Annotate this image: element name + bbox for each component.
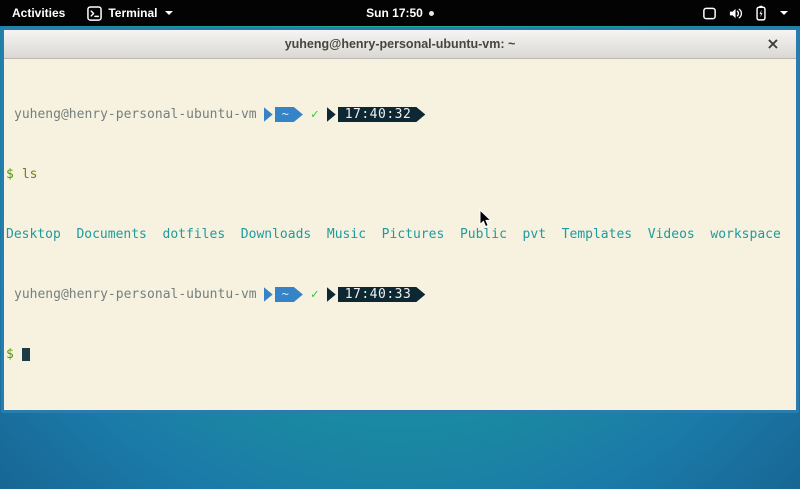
prompt-user-host: yuheng@henry-personal-ubuntu-vm bbox=[6, 287, 257, 302]
activities-button[interactable]: Activities bbox=[0, 0, 77, 26]
clock-label: Sun 17:50 bbox=[366, 6, 423, 20]
terminal-icon bbox=[87, 6, 102, 21]
directory-entry: dotfiles bbox=[163, 227, 226, 242]
system-status-area[interactable] bbox=[690, 0, 800, 26]
notification-dot-icon bbox=[429, 11, 434, 16]
battery-charging-icon bbox=[755, 5, 767, 21]
status-check-icon: ✓ bbox=[311, 287, 319, 302]
command-text: ls bbox=[22, 167, 38, 182]
prompt-time: 17:40:33 bbox=[338, 287, 426, 302]
powerline-separator-icon bbox=[327, 107, 336, 122]
prompt-path: ~ bbox=[275, 287, 303, 302]
volume-icon bbox=[728, 6, 744, 21]
window-title: yuheng@henry-personal-ubuntu-vm: ~ bbox=[285, 37, 516, 51]
directory-entry: Music bbox=[327, 227, 366, 242]
powerline-separator-icon bbox=[264, 107, 273, 122]
prompt-path: ~ bbox=[275, 107, 303, 122]
screen-indicator-icon bbox=[702, 6, 717, 21]
gnome-top-bar: Activities Terminal Sun 17:50 bbox=[0, 0, 800, 26]
terminal-content[interactable]: yuheng@henry-personal-ubuntu-vm ~ ✓ 17:4… bbox=[4, 59, 796, 410]
command-line: $ ls bbox=[6, 167, 794, 182]
directory-entry: workspace bbox=[710, 227, 780, 242]
directory-entry: Videos bbox=[648, 227, 695, 242]
directory-entry: Desktop bbox=[6, 227, 61, 242]
directory-entry: Documents bbox=[76, 227, 146, 242]
close-button[interactable]: × bbox=[762, 31, 784, 55]
powerline-separator-icon bbox=[327, 287, 336, 302]
prompt-line: yuheng@henry-personal-ubuntu-vm ~ ✓ 17:4… bbox=[6, 107, 794, 122]
directory-entry: Downloads bbox=[241, 227, 311, 242]
directory-entry: Pictures bbox=[382, 227, 445, 242]
ls-output-line: Desktop Documents dotfiles Downloads Music Pi… bbox=[6, 227, 794, 242]
app-menu-button[interactable]: Terminal bbox=[77, 0, 183, 26]
directory-entry: Public bbox=[460, 227, 507, 242]
window-titlebar[interactable]: yuheng@henry-personal-ubuntu-vm: ~ × bbox=[4, 30, 796, 59]
chevron-down-icon bbox=[165, 11, 173, 15]
app-menu-label: Terminal bbox=[108, 6, 157, 20]
powerline-separator-icon bbox=[264, 287, 273, 302]
prompt-symbol: $ bbox=[6, 347, 14, 362]
directory-entry: Templates bbox=[562, 227, 632, 242]
directory-entry: pvt bbox=[523, 227, 546, 242]
prompt-time: 17:40:32 bbox=[338, 107, 426, 122]
status-check-icon: ✓ bbox=[311, 107, 319, 122]
prompt-line: yuheng@henry-personal-ubuntu-vm ~ ✓ 17:4… bbox=[6, 287, 794, 302]
prompt-symbol: $ bbox=[6, 167, 14, 182]
chevron-down-icon bbox=[780, 11, 788, 15]
input-line: $ bbox=[6, 347, 794, 362]
prompt-user-host: yuheng@henry-personal-ubuntu-vm bbox=[6, 107, 257, 122]
terminal-cursor bbox=[22, 348, 30, 361]
terminal-window: yuheng@henry-personal-ubuntu-vm: ~ × yuh… bbox=[1, 27, 799, 413]
activities-label: Activities bbox=[12, 6, 65, 20]
